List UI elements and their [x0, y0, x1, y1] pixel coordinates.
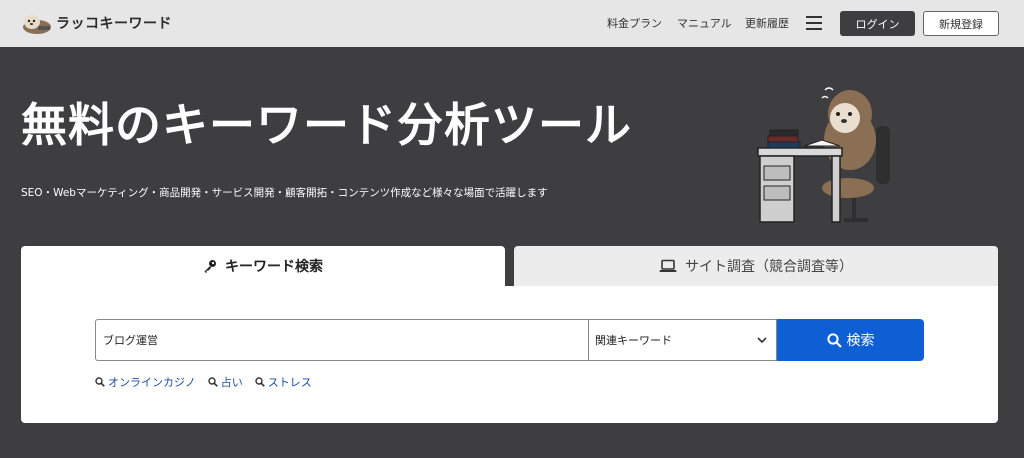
register-button[interactable]: 新規登録 — [923, 11, 999, 36]
tab-site-research-label: サイト調査（競合調査等） — [685, 259, 853, 275]
suggestion-link[interactable]: 占い — [208, 374, 243, 390]
search-button[interactable]: 検索 — [777, 319, 924, 361]
otter-logo-icon — [23, 15, 51, 34]
tab-keyword-search[interactable]: キーワード検索 — [21, 246, 505, 286]
nav-manual[interactable]: マニュアル — [677, 15, 732, 31]
nav-pricing[interactable]: 料金プラン — [607, 15, 662, 31]
suggestion-label: ストレス — [267, 376, 312, 389]
search-icon — [208, 377, 218, 387]
laptop-icon — [659, 259, 677, 273]
search-icon — [826, 332, 842, 348]
suggestion-link[interactable]: オンラインカジノ — [95, 374, 196, 390]
keyword-search-input[interactable]: ブログ運営 — [95, 319, 589, 361]
nav-changelog[interactable]: 更新履歴 — [745, 15, 789, 31]
key-icon — [203, 259, 217, 273]
suggestion-label: 占い — [220, 376, 243, 389]
site-header: ラッコキーワード 料金プラン マニュアル 更新履歴 ログイン 新規登録 — [0, 0, 1024, 47]
hero-subtitle: SEO・Webマーケティング・商品開発・サービス開発・顧客開拓・コンテンツ作成な… — [21, 187, 548, 199]
search-button-label: 検索 — [846, 333, 875, 349]
chevron-down-icon — [757, 337, 767, 344]
search-icon — [95, 377, 105, 387]
suggestion-label: オンラインカジノ — [108, 376, 196, 389]
search-mode-select[interactable]: 関連キーワード — [588, 319, 777, 361]
site-logo[interactable]: ラッコキーワード — [20, 10, 172, 36]
tab-keyword-search-label: キーワード検索 — [225, 259, 323, 275]
tab-site-research[interactable]: サイト調査（競合調査等） — [514, 246, 998, 286]
otter-at-desk-illustration — [757, 87, 890, 223]
login-button[interactable]: ログイン — [840, 11, 915, 36]
suggestion-list: オンラインカジノ 占い ストレス — [95, 374, 324, 390]
search-icon — [255, 377, 265, 387]
logo-text: ラッコキーワード — [56, 16, 172, 32]
suggestion-link[interactable]: ストレス — [255, 374, 312, 390]
hero-title: 無料のキーワード分析ツール — [21, 98, 632, 152]
menu-icon[interactable] — [806, 16, 822, 30]
search-mode-value: 関連キーワード — [595, 334, 672, 347]
